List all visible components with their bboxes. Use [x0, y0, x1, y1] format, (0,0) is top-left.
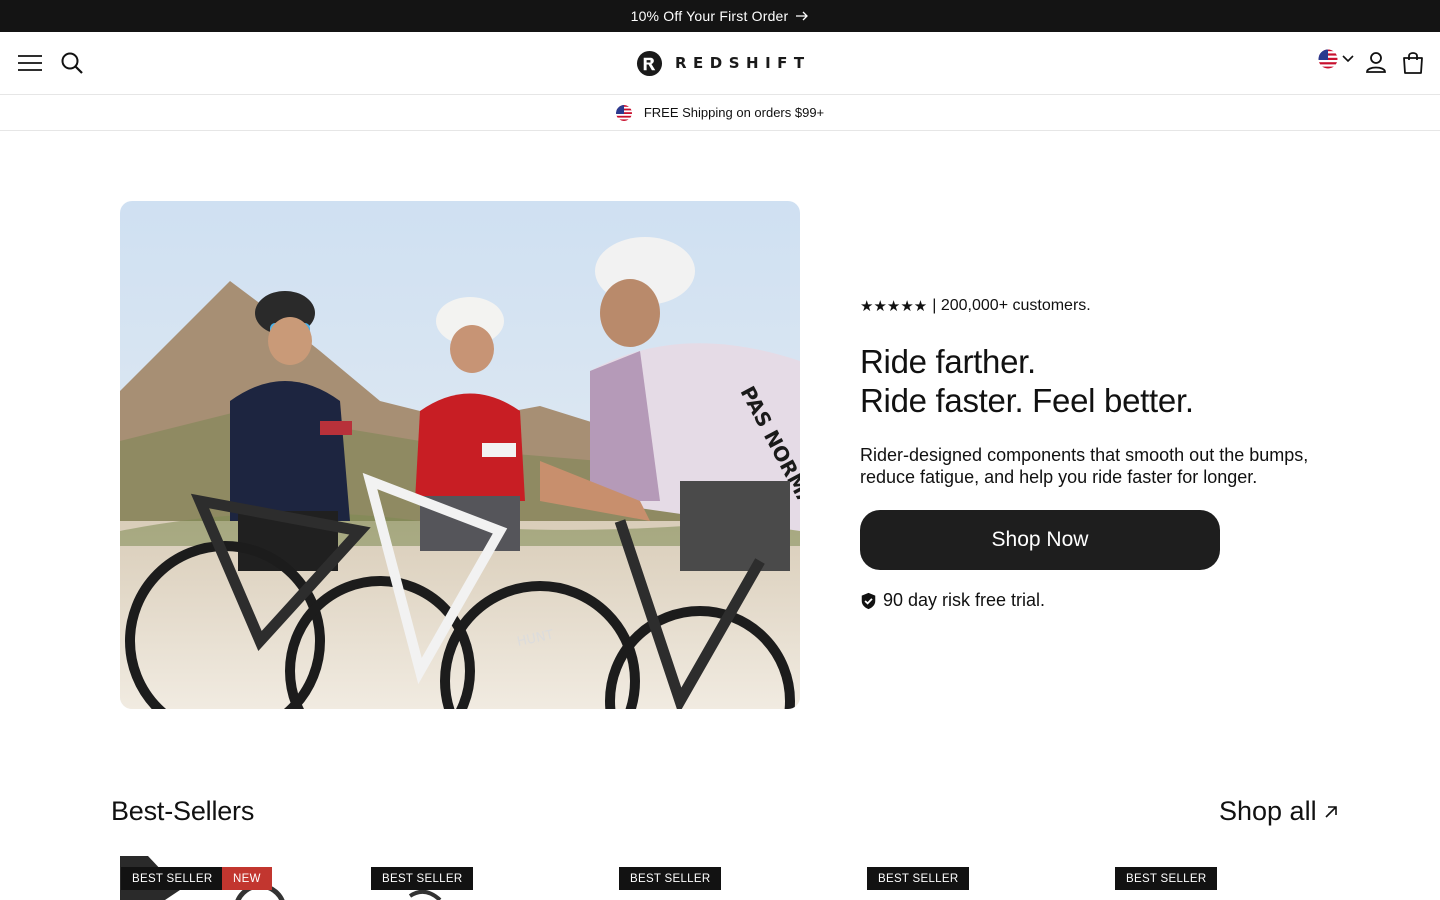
search-icon[interactable]: [58, 49, 86, 77]
product-card[interactable]: BEST SELLER: [1114, 856, 1344, 900]
shipping-banner: FREE Shipping on orders $99+: [0, 95, 1440, 131]
announcement-bar[interactable]: 10% Off Your First Order: [0, 0, 1440, 32]
best-seller-badge: BEST SELLER: [121, 867, 224, 890]
hero-image: PAS NORMAL HUNT: [120, 201, 800, 709]
hero-headline: Ride farther. Ride faster. Feel better.: [860, 342, 1330, 420]
best-seller-badge: BEST SELLER: [1115, 867, 1218, 890]
chevron-down-icon: [1342, 55, 1354, 63]
rating-text: | 200,000+ customers.: [932, 297, 1091, 314]
star-rating-icon: ★★★★★: [860, 297, 928, 315]
logo-text: REDSHIFT: [675, 54, 811, 72]
trial-text: 90 day risk free trial.: [883, 590, 1046, 610]
trial-note: 90 day risk free trial.: [860, 590, 1330, 611]
headline-line-1: Ride farther.: [860, 343, 1036, 380]
shopping-bag-icon[interactable]: [1400, 49, 1426, 77]
arrow-right-icon: [796, 8, 809, 24]
best-seller-badge: BEST SELLER: [371, 867, 474, 890]
hero-subtext: Rider-designed components that smooth ou…: [860, 445, 1309, 487]
shop-all-label: Shop all: [1219, 796, 1317, 826]
product-card[interactable]: BEST SELLER: [370, 856, 600, 900]
us-flag-icon: [1318, 49, 1338, 69]
shipping-text: FREE Shipping on orders $99+: [643, 105, 825, 120]
hamburger-menu-icon[interactable]: [16, 50, 44, 76]
arrow-up-right-icon: [1325, 805, 1337, 818]
user-icon[interactable]: [1363, 49, 1389, 75]
product-card[interactable]: BEST SELLER: [618, 856, 848, 900]
announcement-text: 10% Off Your First Order: [630, 8, 789, 24]
rating-summary: ★★★★★ | 200,000+ customers.: [860, 290, 1330, 322]
hero-copy: ★★★★★ | 200,000+ customers. Ride farther…: [860, 290, 1330, 611]
logo-mark-icon: [636, 50, 663, 76]
site-header: REDSHIFT: [0, 32, 1440, 95]
us-flag-icon: [615, 104, 632, 121]
shop-now-button[interactable]: Shop Now: [860, 510, 1220, 570]
headline-line-2: Ride faster. Feel better.: [860, 382, 1194, 419]
best-seller-badge: BEST SELLER: [867, 867, 970, 890]
best-sellers-title: Best-Sellers: [111, 796, 255, 826]
shop-all-link[interactable]: Shop all: [1219, 796, 1339, 827]
redshift-logo[interactable]: REDSHIFT: [636, 49, 811, 77]
shield-check-icon: [861, 592, 876, 609]
locale-selector[interactable]: [1316, 46, 1356, 72]
best-seller-badge: BEST SELLER: [619, 867, 722, 890]
new-badge: NEW: [222, 867, 272, 890]
product-card[interactable]: BEST SELLER: [866, 856, 1096, 900]
product-card[interactable]: BEST SELLER NEW: [120, 856, 350, 900]
